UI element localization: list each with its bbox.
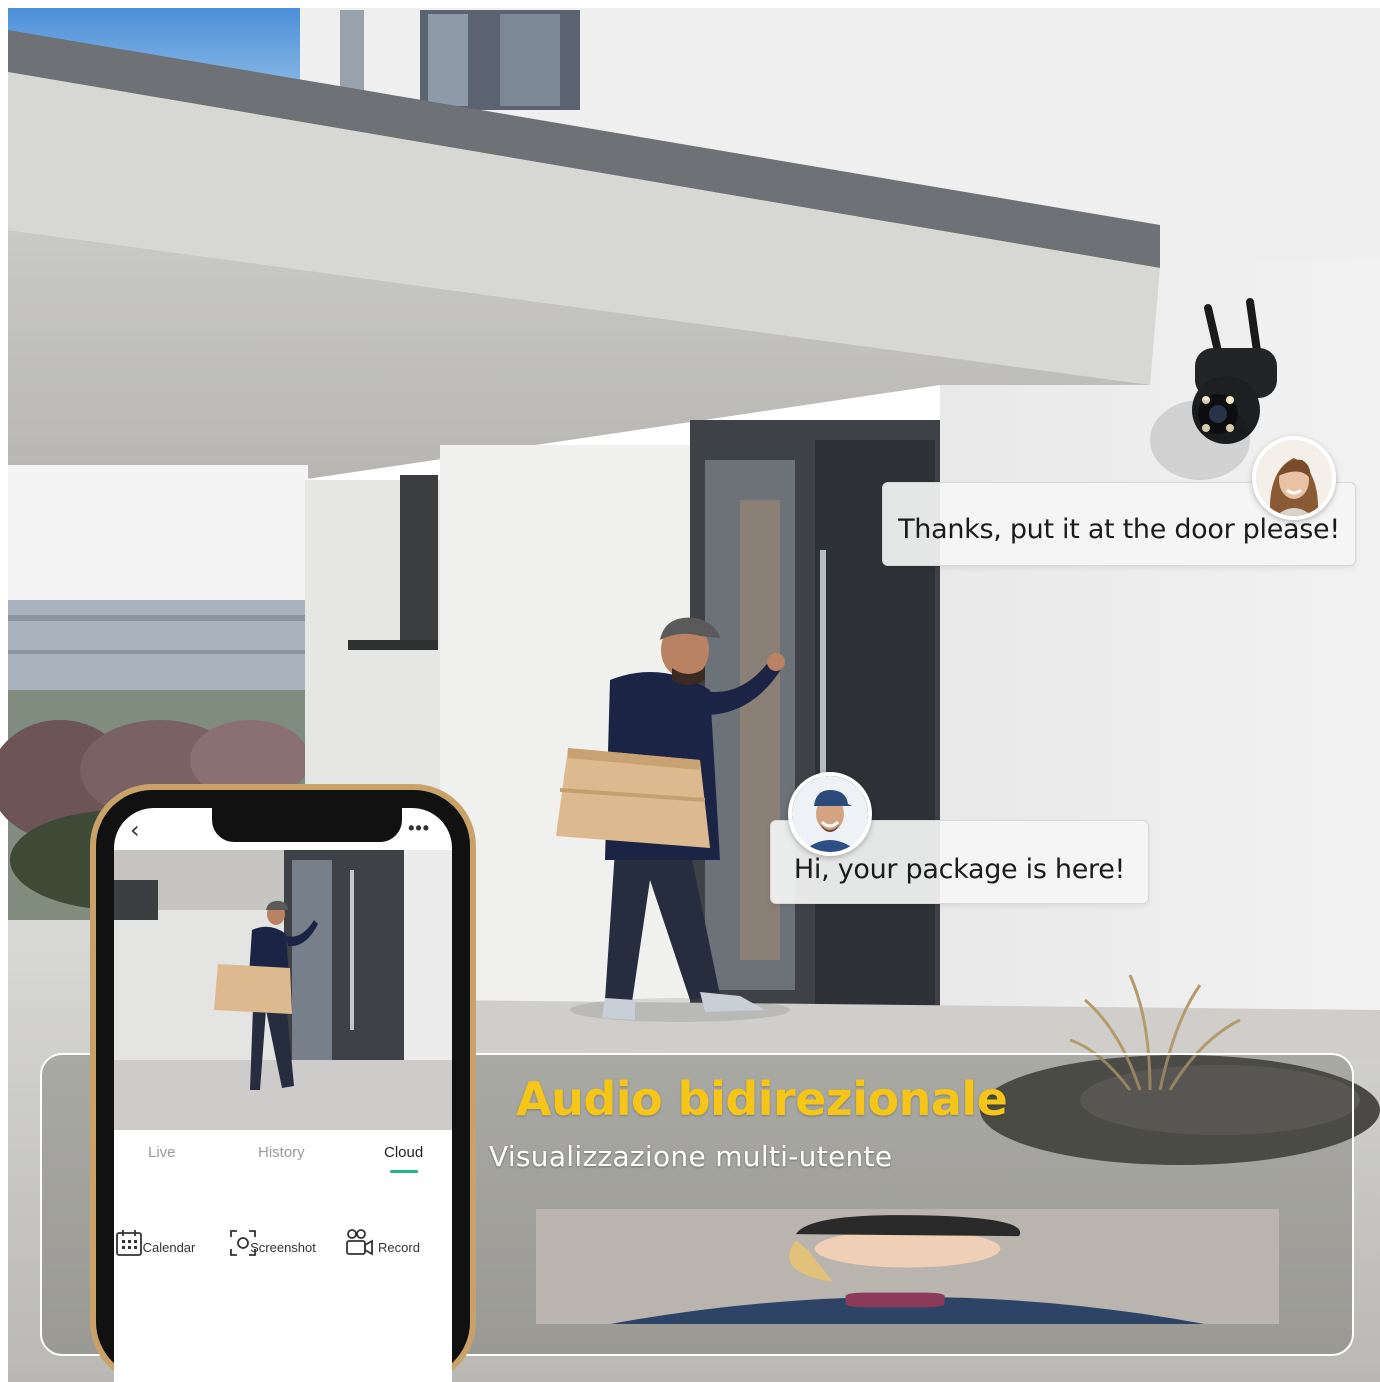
more-dots-icon[interactable]: ••• [408, 818, 430, 839]
tab-live[interactable]: Live [148, 1144, 176, 1161]
courier-avatar [788, 772, 872, 856]
app-screen: ‹ ••• Live History Cloud Calendar Screen… [114, 808, 452, 1382]
record-button[interactable]: Record [344, 1228, 452, 1256]
calendar-icon [116, 1230, 142, 1256]
active-tab-indicator [390, 1170, 418, 1173]
tab-history[interactable]: History [258, 1144, 305, 1161]
live-video-feed[interactable] [114, 850, 452, 1130]
tab-cloud[interactable]: Cloud [384, 1144, 423, 1161]
owner-message-text: Thanks, put it at the door please! [898, 513, 1340, 545]
users-photo-strip [536, 1209, 1279, 1324]
chevron-left-icon[interactable]: ‹ [130, 816, 140, 844]
user-photo [536, 1209, 1279, 1324]
phone-notch [212, 808, 402, 842]
screenshot-button[interactable]: Screenshot [228, 1228, 338, 1256]
product-scene: Thanks, put it at the door please! Hi, y… [0, 0, 1380, 1382]
tool-bar: Calendar Screenshot Record [114, 1228, 452, 1348]
calendar-button[interactable]: Calendar [114, 1228, 224, 1256]
subheadline: Visualizzazione multi-utente [489, 1140, 893, 1173]
headline: Audio bidirezionale [516, 1072, 1008, 1126]
record-icon [346, 1229, 373, 1256]
courier-message-text: Hi, your package is here! [793, 853, 1126, 885]
screenshot-icon [230, 1230, 256, 1256]
woman-avatar [1252, 436, 1336, 520]
view-tabs: Live History Cloud [114, 1136, 452, 1196]
